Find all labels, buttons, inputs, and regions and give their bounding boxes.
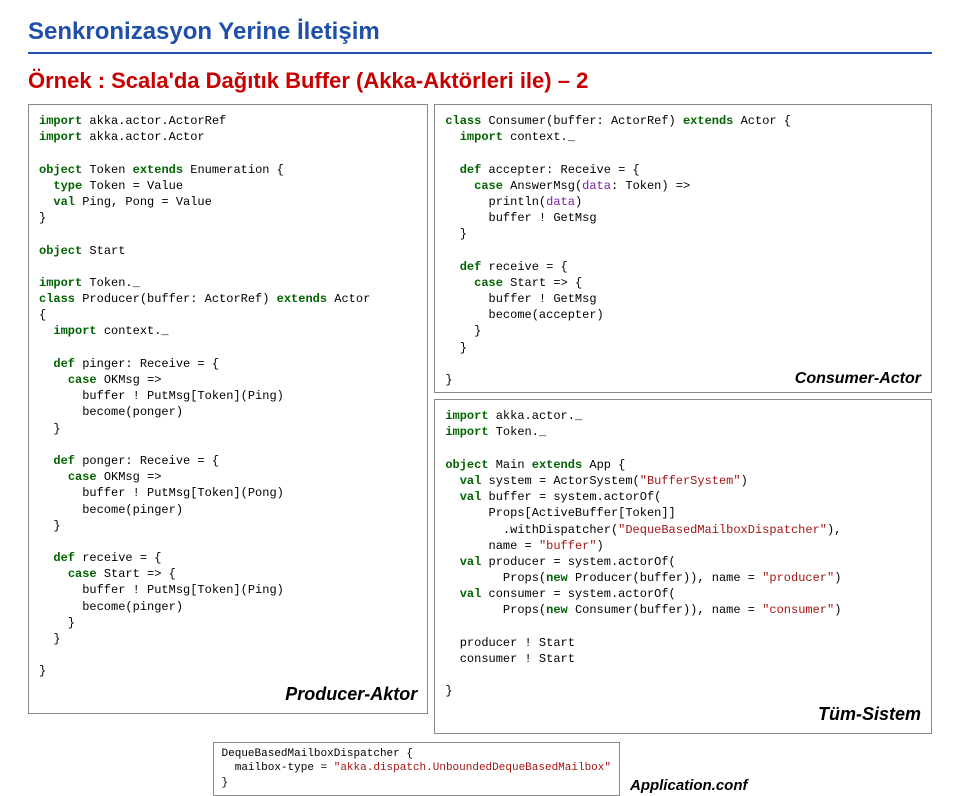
right-column: class Consumer(buffer: ActorRef) extends… (434, 104, 932, 740)
producer-code: import akka.actor.ActorRef import akka.a… (39, 113, 417, 680)
producer-code-box: import akka.actor.ActorRef import akka.a… (28, 104, 428, 714)
producer-label: Producer-Aktor (39, 684, 417, 705)
consumer-label: Consumer-Actor (791, 370, 921, 388)
appconf-code: DequeBasedMailboxDispatcher { mailbox-ty… (222, 747, 611, 792)
appconf-box: DequeBasedMailboxDispatcher { mailbox-ty… (213, 742, 620, 796)
main-code-box: import akka.actor._ import Token._ objec… (434, 399, 932, 733)
subtitle: Örnek : Scala'da Dağıtık Buffer (Akka-Ak… (28, 68, 932, 94)
appconf-label: Application.conf (630, 777, 748, 796)
footer-row: DequeBasedMailboxDispatcher { mailbox-ty… (28, 742, 932, 796)
consumer-code-box: class Consumer(buffer: ActorRef) extends… (434, 104, 932, 393)
main-code: import akka.actor._ import Token._ objec… (445, 408, 921, 699)
page-title: Senkronizasyon Yerine İletişim (28, 18, 932, 46)
columns: import akka.actor.ActorRef import akka.a… (28, 104, 932, 740)
left-column: import akka.actor.ActorRef import akka.a… (28, 104, 428, 720)
consumer-code: class Consumer(buffer: ActorRef) extends… (445, 113, 791, 388)
main-label: Tüm-Sistem (445, 704, 921, 725)
title-rule (28, 52, 932, 54)
